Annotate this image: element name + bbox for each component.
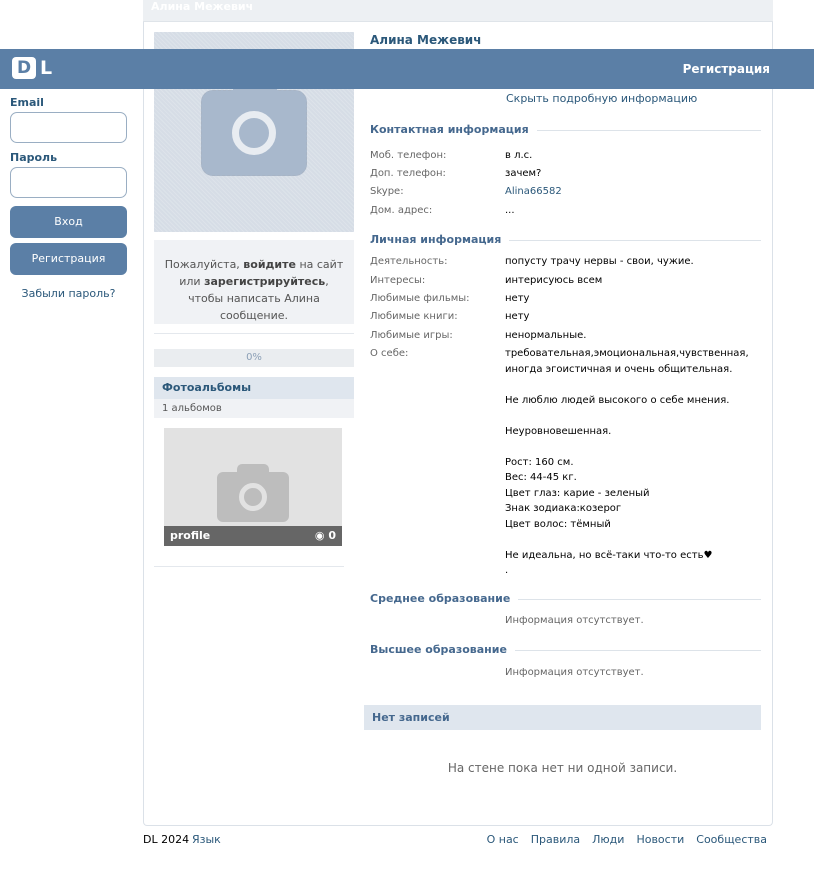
contact-section-title: Контактная информация: [370, 123, 761, 137]
logo-letter: L: [40, 57, 53, 79]
album-caption: profile ◉ 0: [164, 526, 342, 546]
profile-progress: 0%: [154, 349, 354, 367]
footer-link-news[interactable]: Новости: [636, 833, 684, 847]
hide-details-link[interactable]: Скрыть подробную информацию: [506, 92, 697, 106]
login-link[interactable]: войдите: [243, 258, 296, 271]
albums-count: 1 альбомов: [154, 399, 354, 418]
camera-icon: [201, 83, 307, 176]
footer-link-about[interactable]: О нас: [487, 833, 519, 847]
personal-section-title: Личная информация: [370, 233, 761, 247]
albums-title[interactable]: Фотоальбомы: [154, 377, 354, 399]
logo-mark: D: [12, 57, 36, 79]
album-name: profile: [170, 529, 211, 542]
login-button[interactable]: Вход: [10, 206, 127, 238]
email-field[interactable]: [10, 112, 127, 143]
guest-message: Пожалуйста, войдите на сайт или зарегист…: [154, 240, 354, 324]
footer-link-communities[interactable]: Сообщества: [696, 833, 767, 847]
divider: [154, 333, 354, 334]
footer-links: О нас Правила Люди Новости Сообщества: [487, 833, 767, 847]
card-header-title: Алина Межевич: [151, 0, 254, 13]
secondary-edu-title: Среднее образование: [370, 592, 761, 606]
album-card[interactable]: profile ◉ 0: [164, 428, 342, 546]
footer: DL 2024 Язык О нас Правила Люди Новости …: [143, 833, 773, 847]
footer-link-people[interactable]: Люди: [592, 833, 624, 847]
higher-edu-title: Высшее образование: [370, 643, 761, 657]
header-register-link[interactable]: Регистрация: [683, 61, 770, 77]
password-label: Пароль: [10, 151, 58, 164]
album-photo-count: ◉ 0: [314, 529, 336, 542]
skype-link[interactable]: Alina66582: [505, 184, 761, 200]
profile-name: Алина Межевич: [370, 33, 482, 47]
footer-copyright: DL 2024: [143, 833, 190, 846]
divider: [154, 566, 344, 567]
wall-empty-message: На стене пока нет ни одной записи.: [447, 761, 678, 775]
about-text: требовательная,эмоциональная,чувственная…: [505, 348, 749, 576]
login-form: Email Пароль Вход Регистрация Забыли пар…: [10, 96, 127, 300]
forgot-password-link[interactable]: Забыли пароль?: [10, 287, 127, 300]
register-button[interactable]: Регистрация: [10, 243, 127, 275]
footer-link-rules[interactable]: Правила: [531, 833, 580, 847]
camera-icon: [217, 464, 289, 522]
password-field[interactable]: [10, 167, 127, 198]
email-label: Email: [10, 96, 44, 109]
language-link[interactable]: Язык: [192, 833, 221, 847]
card-header: Алина Межевич: [143, 0, 773, 22]
camera-small-icon: ◉: [314, 529, 325, 542]
logo[interactable]: D L: [12, 57, 52, 79]
register-link[interactable]: зарегистрируйтесь: [204, 275, 325, 288]
wall-title: Нет записей: [364, 705, 761, 730]
